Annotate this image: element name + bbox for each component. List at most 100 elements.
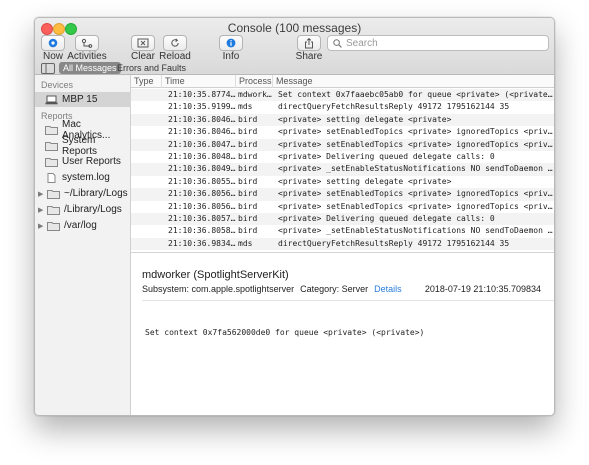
- cell-process: bird: [238, 127, 258, 137]
- sidebar-item-var-log[interactable]: ▶ /var/log: [35, 218, 131, 233]
- sidebar-toggle-icon[interactable]: [41, 63, 55, 74]
- table-row[interactable]: 21:10:35.877420 mdwork… Set context 0x7faa…: [131, 89, 554, 102]
- folder-icon: [45, 141, 58, 151]
- cell-message: <private> setEnabledTopics <private> ign…: [278, 189, 553, 199]
- share-label: Share: [295, 51, 323, 62]
- cell-process: mds: [238, 102, 253, 112]
- sidebar-item-label: system.log: [62, 172, 110, 183]
- share-button[interactable]: [297, 35, 321, 51]
- log-table: Type Time Process Message 21:10:35.87742…: [131, 75, 554, 253]
- cell-time: 21:10:35.877420: [168, 90, 237, 99]
- devices-heading: Devices: [41, 80, 74, 90]
- document-icon: [47, 172, 56, 183]
- folder-icon: [45, 125, 58, 135]
- cell-time: 21:10:36.805616: [168, 189, 237, 199]
- sidebar-item-system-log[interactable]: system.log: [35, 170, 131, 185]
- column-type[interactable]: Type: [131, 75, 161, 88]
- table-row[interactable]: 21:10:36.804786 bird <private> setEnabledT…: [131, 138, 554, 151]
- detail-message: Set context 0x7fa562000de0 for queue <pr…: [145, 328, 425, 337]
- sidebar-item-device[interactable]: MBP 15: [35, 92, 131, 107]
- cell-time: 21:10:36.804679: [168, 114, 237, 124]
- table-row[interactable]: 21:10:36.805807 bird <private> _setEnableS…: [131, 225, 554, 237]
- folder-icon: [47, 189, 60, 199]
- table-row[interactable]: 21:10:36.805616 bird <private> setEnabledT…: [131, 188, 554, 201]
- detail-subtitle: Subsystem: com.apple.spotlightserver Cat…: [142, 284, 402, 294]
- cell-process: bird: [238, 189, 258, 199]
- column-process[interactable]: Process: [235, 75, 272, 88]
- table-row[interactable]: 21:10:36.805762 bird <private> Delivering …: [131, 213, 554, 226]
- column-message[interactable]: Message: [272, 75, 554, 88]
- table-row[interactable]: 21:10:35.919926 mds directQueryFetchResult…: [131, 101, 554, 113]
- cell-message: <private> setting delegate <private>: [278, 114, 452, 124]
- cell-message: directQueryFetchResultsReply 49172 17951…: [278, 238, 510, 248]
- share-icon: [305, 37, 313, 48]
- search-field[interactable]: [327, 35, 549, 51]
- sidebar-item-system-reports[interactable]: System Reports: [35, 135, 131, 157]
- table-row[interactable]: 21:10:36.983426 mds directQueryFetchResult…: [131, 237, 554, 251]
- clear-label: Clear: [131, 51, 155, 62]
- table-header: Type Time Process Message: [131, 75, 554, 88]
- cell-process: bird: [238, 226, 258, 236]
- sidebar-item-label: ~/Library/Logs: [64, 188, 128, 199]
- detail-pane: mdworker (SpotlightServerKit) Subsystem:…: [131, 254, 554, 415]
- cell-time: 21:10:36.805807: [168, 226, 237, 236]
- folder-icon: [47, 205, 60, 215]
- sidebar-item-label: /var/log: [64, 220, 97, 231]
- info-icon: [226, 38, 236, 48]
- column-time[interactable]: Time: [161, 75, 235, 88]
- cell-message: <private> _setEnableStatusNotifications …: [278, 164, 553, 174]
- cell-time: 21:10:36.804912: [168, 164, 237, 174]
- reload-button[interactable]: [163, 35, 187, 51]
- sidebar: Devices MBP 15 Reports Mac Analytics... …: [35, 75, 131, 415]
- tab-errors-and-faults[interactable]: Errors and Faults: [113, 62, 190, 74]
- detail-timestamp: 2018-07-19 21:10:35.709834: [424, 284, 541, 294]
- cell-time: 21:10:36.805563: [168, 176, 237, 186]
- laptop-icon: [45, 95, 58, 104]
- sidebar-item-label: User Reports: [62, 156, 121, 167]
- cell-time: 21:10:36.983426: [168, 238, 237, 248]
- cell-message: Set context 0x7faaebc05ab0 for queue <pr…: [278, 90, 553, 99]
- search-icon: [333, 38, 342, 48]
- cell-time: 21:10:36.805696: [168, 201, 237, 211]
- table-row[interactable]: 21:10:36.805563 bird <private> setting del…: [131, 176, 554, 188]
- tab-all-messages[interactable]: All Messages: [59, 62, 121, 74]
- cell-message: <private> setEnabledTopics <private> ign…: [278, 201, 553, 211]
- cell-process: bird: [238, 164, 258, 174]
- clear-button[interactable]: [131, 35, 155, 51]
- cell-process: bird: [238, 114, 258, 124]
- sidebar-item-label: /Library/Logs: [64, 204, 122, 215]
- disclosure-triangle-icon[interactable]: ▶: [38, 190, 46, 198]
- cell-process: bird: [238, 139, 258, 149]
- sidebar-item-user-library-logs[interactable]: ▶ ~/Library/Logs: [35, 186, 131, 201]
- now-label: Now: [42, 51, 63, 62]
- table-row[interactable]: 21:10:36.804680 bird <private> setEnabledT…: [131, 126, 554, 138]
- cell-message: <private> Delivering queued delegate cal…: [278, 214, 495, 223]
- folder-icon: [45, 157, 58, 167]
- sidebar-item-user-reports[interactable]: User Reports: [35, 154, 131, 169]
- cell-time: 21:10:36.804867: [168, 152, 237, 161]
- disclosure-triangle-icon[interactable]: ▶: [38, 222, 46, 230]
- table-row[interactable]: 21:10:36.804912 bird <private> _setEnableS…: [131, 163, 554, 176]
- now-button[interactable]: [41, 35, 65, 51]
- disclosure-triangle-icon[interactable]: ▶: [38, 206, 46, 214]
- cell-message: <private> _setEnableStatusNotifications …: [278, 226, 553, 236]
- detail-category: Category: Server: [300, 284, 369, 294]
- activities-button[interactable]: [75, 35, 99, 51]
- clear-icon: [137, 38, 149, 48]
- activities-label: Activities: [67, 51, 107, 62]
- folder-icon: [47, 221, 60, 231]
- toolbar: Console (100 messages) Now Activities Cl…: [35, 18, 554, 75]
- sidebar-item-library-logs[interactable]: ▶ /Library/Logs: [35, 202, 131, 217]
- detail-subsystem: Subsystem: com.apple.spotlightserver: [142, 284, 295, 294]
- table-row[interactable]: 21:10:36.805696 bird <private> setEnabledT…: [131, 201, 554, 213]
- info-label: Info: [222, 51, 240, 62]
- info-button[interactable]: [219, 35, 243, 51]
- search-input[interactable]: [346, 37, 526, 49]
- table-row[interactable]: 21:10:36.804867 bird <private> Delivering …: [131, 151, 554, 163]
- cell-process: mds: [238, 238, 253, 248]
- details-link[interactable]: Details: [374, 284, 402, 294]
- cell-message: directQueryFetchResultsReply 49172 17951…: [278, 102, 510, 112]
- detail-divider: [142, 300, 554, 301]
- cell-process: bird: [238, 152, 258, 161]
- table-row[interactable]: 21:10:36.804679 bird <private> setting del…: [131, 113, 554, 127]
